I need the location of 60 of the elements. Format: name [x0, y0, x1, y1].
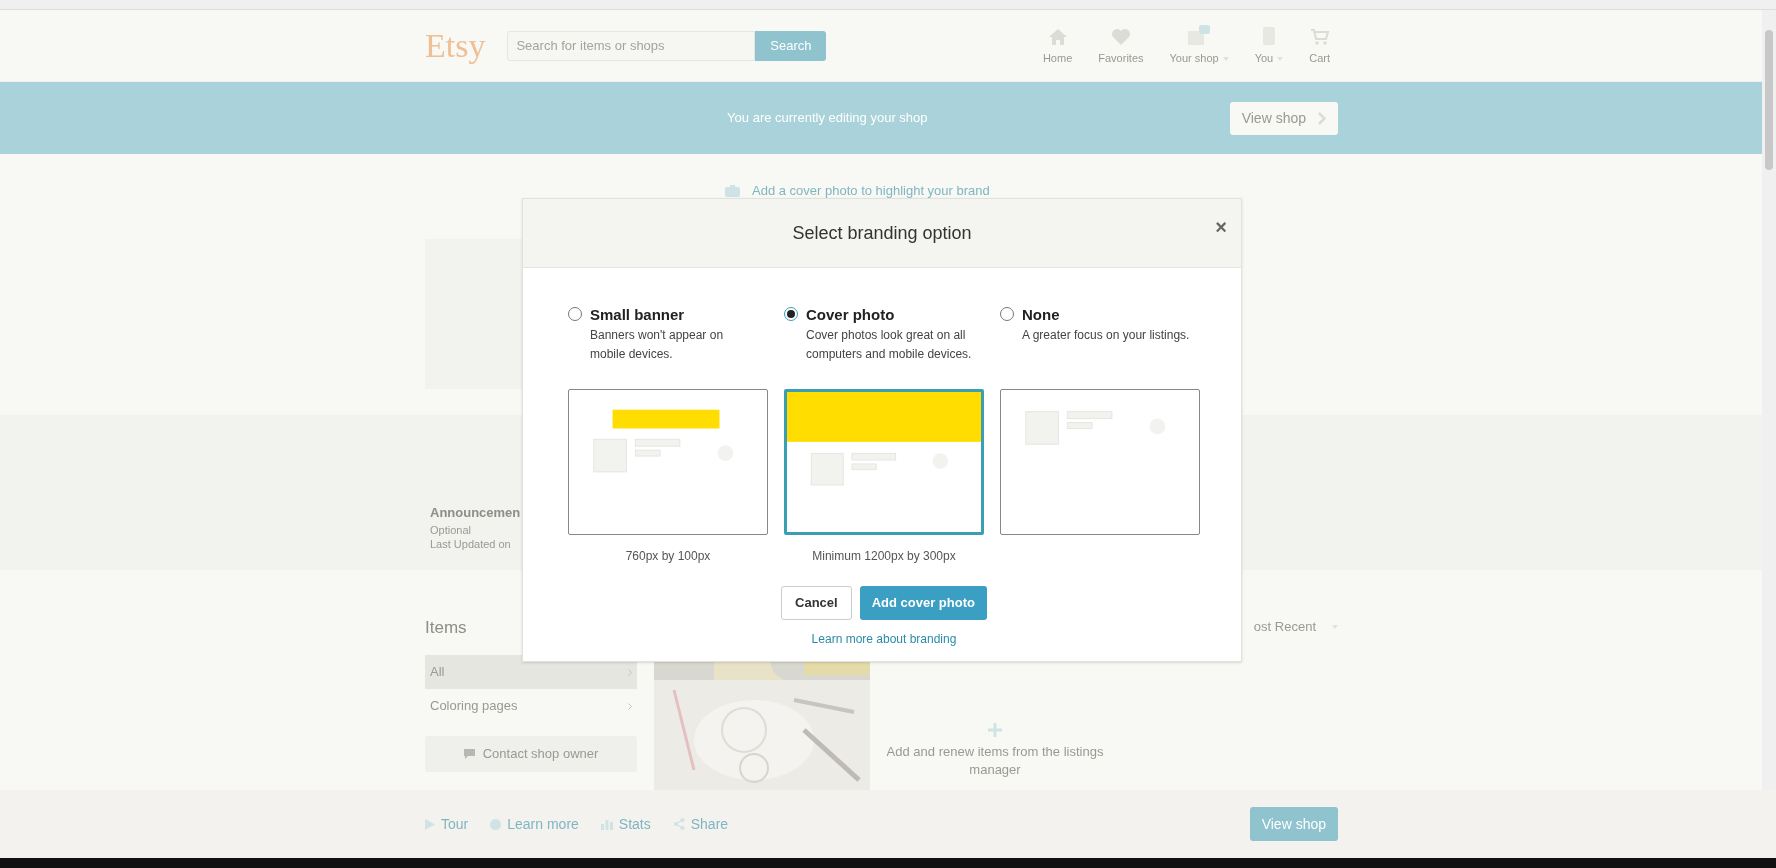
chevron-icon: [1318, 111, 1326, 125]
radio-button[interactable]: [784, 307, 798, 321]
option-title: Cover photo: [806, 306, 896, 324]
option-description: Banners won't appear on mobile devices.: [590, 327, 725, 363]
announcement-title: Announcemen: [430, 504, 520, 522]
camera-icon: [725, 184, 740, 197]
modal-title: Select branding option: [792, 221, 972, 245]
size-label: Minimum 1200px by 300px: [811, 548, 957, 565]
footer-link[interactable]: Stats: [600, 813, 651, 835]
sort-dropdown[interactable]: ost Recent: [1253, 617, 1338, 637]
heart-icon: [1110, 28, 1131, 47]
chevron-icon: [628, 668, 632, 676]
close-button[interactable]: ×: [1213, 217, 1229, 237]
shop-icon: [1187, 24, 1212, 47]
contact-button[interactable]: Contact shop owner: [425, 736, 637, 772]
bar-chart-icon: [600, 818, 613, 830]
search-field[interactable]: Search for items or shops: [507, 30, 756, 61]
plus-icon: [988, 723, 1002, 737]
option-title: None: [1022, 306, 1061, 324]
help-icon: [490, 818, 502, 830]
caret-icon: [1222, 56, 1229, 61]
option-description: A greater focus on your listings.: [1022, 327, 1191, 344]
layout-preview-drawing[interactable]: [568, 389, 768, 535]
nav-item[interactable]: You: [1246, 26, 1292, 67]
view-shop-button[interactable]: View shop: [1249, 807, 1338, 841]
branding-link[interactable]: Learn more about branding: [811, 630, 957, 648]
nav-item[interactable]: Your shop: [1161, 24, 1237, 67]
nav-item[interactable]: Home: [1034, 28, 1081, 67]
layout-preview-drawing[interactable]: [784, 389, 984, 535]
share-icon: [672, 818, 685, 830]
size-label: 760px by 100px: [624, 548, 712, 565]
footer-link[interactable]: Share: [672, 813, 729, 835]
announcement-text: Optional: [430, 522, 472, 537]
cart-icon: [1309, 28, 1330, 47]
announcement-text: Last Updated on: [430, 536, 512, 551]
play-icon: [425, 818, 435, 830]
footer-link[interactable]: Tour: [425, 813, 469, 835]
search-button[interactable]: Search: [755, 30, 827, 61]
caret-icon: [1277, 56, 1284, 61]
footer-link[interactable]: Learn more: [490, 813, 579, 835]
layout-preview-drawing[interactable]: [1000, 389, 1200, 535]
nav-item[interactable]: Cart: [1301, 28, 1338, 67]
section-item[interactable]: Coloring pages: [425, 689, 637, 723]
items-heading: Items: [425, 617, 468, 639]
logo[interactable]: Etsy: [425, 20, 486, 71]
cancel-button[interactable]: Cancel: [781, 586, 852, 620]
radio-button[interactable]: [568, 307, 582, 321]
chevron-icon: [628, 702, 632, 710]
view-shop-button[interactable]: View shop: [1229, 101, 1338, 135]
banner-text: You are currently editing your shop: [726, 109, 929, 128]
radio-button[interactable]: [1000, 307, 1014, 321]
home-icon: [1047, 28, 1068, 47]
chat-icon: [463, 749, 475, 759]
add-cover-photo-button[interactable]: Add cover photo: [859, 586, 987, 620]
option-title: Small banner: [590, 306, 686, 324]
add-items-text: Add and renew items from the listings manager: [885, 743, 1105, 779]
nav-item[interactable]: Favorites: [1090, 28, 1152, 67]
option-description: Cover photos look great on all computers and mobile devices.: [806, 327, 973, 363]
cover-photo-prompt: Add a cover photo to highlight your brand: [752, 182, 990, 200]
caret-icon: [1332, 624, 1338, 629]
